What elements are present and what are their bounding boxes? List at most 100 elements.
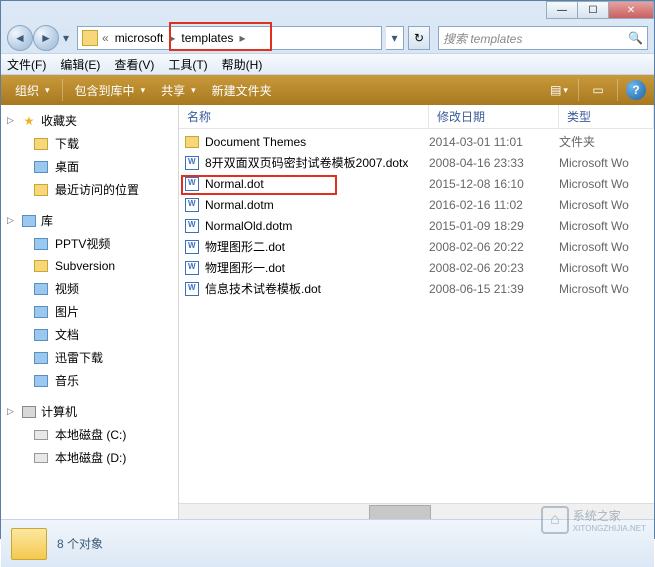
file-type: Microsoft Wo	[559, 282, 629, 296]
help-button[interactable]: ?	[626, 80, 646, 100]
address-bar[interactable]: « microsoft ▸ templates ▸	[77, 26, 382, 50]
maximize-button[interactable]: ☐	[577, 1, 609, 19]
file-name: 8开双面双页码密封试卷模板2007.dotx	[205, 154, 429, 171]
preview-pane-button[interactable]: ▭	[587, 79, 609, 101]
sidebar-favorites-header[interactable]: ▷ ★ 收藏夹	[1, 109, 178, 132]
search-icon[interactable]: 🔍	[628, 31, 643, 45]
file-date: 2008-02-06 20:23	[429, 261, 559, 275]
sidebar-item-xunlei[interactable]: 迅雷下载	[1, 346, 178, 369]
minimize-button[interactable]: —	[546, 1, 578, 19]
horizontal-scrollbar[interactable]	[179, 503, 654, 519]
file-type: Microsoft Wo	[559, 219, 629, 233]
panel-icon: ▭	[592, 83, 603, 97]
file-type: Microsoft Wo	[559, 177, 629, 191]
path-overflow-icon[interactable]: «	[100, 31, 111, 45]
word-doc-icon	[183, 155, 201, 171]
sidebar-item-desktop[interactable]: 桌面	[1, 155, 178, 178]
file-row[interactable]: 信息技术试卷模板.dot2008-06-15 21:39Microsoft Wo	[179, 278, 654, 299]
sidebar-item-documents[interactable]: 文档	[1, 323, 178, 346]
organize-button[interactable]: 组织▾	[9, 82, 56, 99]
file-row[interactable]: 8开双面双页码密封试卷模板2007.dotx2008-04-16 23:33Mi…	[179, 152, 654, 173]
refresh-icon: ↻	[414, 31, 424, 45]
sidebar-item-subversion[interactable]: Subversion	[1, 255, 178, 277]
file-list-pane: 名称 修改日期 类型 Document Themes2014-03-01 11:…	[179, 105, 654, 519]
file-date: 2015-01-09 18:29	[429, 219, 559, 233]
chevron-right-icon[interactable]: ▸	[237, 31, 247, 45]
sidebar-item-disk-c[interactable]: 本地磁盘 (C:)	[1, 423, 178, 446]
file-type: Microsoft Wo	[559, 240, 629, 254]
search-placeholder: 搜索 templates	[443, 30, 522, 47]
file-list[interactable]: Document Themes2014-03-01 11:01文件夹8开双面双页…	[179, 129, 654, 503]
twisty-icon[interactable]: ▷	[7, 115, 17, 126]
breadcrumb-templates[interactable]: templates	[179, 31, 235, 45]
star-icon: ★	[21, 113, 37, 129]
sidebar-item-recent[interactable]: 最近访问的位置	[1, 178, 178, 201]
download-icon	[33, 136, 49, 152]
file-type: Microsoft Wo	[559, 198, 629, 212]
forward-button[interactable]: ►	[33, 25, 59, 51]
titlebar[interactable]: — ☐ ✕	[1, 1, 654, 23]
sidebar-computer-header[interactable]: ▷ 计算机	[1, 400, 178, 423]
navigation-pane[interactable]: ▷ ★ 收藏夹 下载 桌面 最近访问的位置 ▷ 库 PPTV视频 Subvers…	[1, 105, 179, 519]
sidebar-item-downloads[interactable]: 下载	[1, 132, 178, 155]
sidebar-libraries-header[interactable]: ▷ 库	[1, 209, 178, 232]
file-row[interactable]: Normal.dotm2016-02-16 11:02Microsoft Wo	[179, 194, 654, 215]
word-doc-icon	[183, 239, 201, 255]
main-body: ▷ ★ 收藏夹 下载 桌面 最近访问的位置 ▷ 库 PPTV视频 Subvers…	[1, 105, 654, 519]
chevron-down-icon: ▾	[191, 85, 196, 96]
folder-icon	[183, 134, 201, 150]
library-icon	[21, 213, 37, 229]
back-button[interactable]: ◄	[7, 25, 33, 51]
column-date[interactable]: 修改日期	[429, 105, 559, 128]
file-row[interactable]: Normal.dot2015-12-08 16:10Microsoft Wo	[179, 173, 654, 194]
search-input[interactable]: 搜索 templates 🔍	[438, 26, 648, 50]
sidebar-item-pictures[interactable]: 图片	[1, 300, 178, 323]
twisty-icon[interactable]: ▷	[7, 406, 17, 417]
sidebar-item-video[interactable]: 视频	[1, 277, 178, 300]
file-date: 2016-02-16 11:02	[429, 198, 559, 212]
twisty-icon[interactable]: ▷	[7, 215, 17, 226]
menu-help[interactable]: 帮助(H)	[222, 56, 263, 73]
file-row[interactable]: 物理图形二.dot2008-02-06 20:22Microsoft Wo	[179, 236, 654, 257]
sidebar-item-pptv[interactable]: PPTV视频	[1, 232, 178, 255]
command-bar: 组织▾ 包含到库中▾ 共享▾ 新建文件夹 ▤▾ ▭ ?	[1, 75, 654, 105]
folder-icon	[82, 30, 98, 46]
status-text: 8 个对象	[57, 535, 103, 552]
view-mode-button[interactable]: ▤▾	[548, 79, 570, 101]
video-icon	[33, 236, 49, 252]
file-name: NormalOld.dotm	[205, 219, 429, 233]
file-date: 2008-04-16 23:33	[429, 156, 559, 170]
nav-history-dropdown[interactable]: ▾	[59, 28, 73, 48]
forward-arrow-icon: ►	[40, 31, 52, 45]
address-dropdown[interactable]: ▾	[386, 26, 404, 50]
sidebar-item-music[interactable]: 音乐	[1, 369, 178, 392]
file-type: Microsoft Wo	[559, 156, 629, 170]
share-button[interactable]: 共享▾	[155, 82, 202, 99]
file-date: 2014-03-01 11:01	[429, 135, 559, 149]
file-row[interactable]: 物理图形一.dot2008-02-06 20:23Microsoft Wo	[179, 257, 654, 278]
menu-tools[interactable]: 工具(T)	[168, 56, 207, 73]
column-type[interactable]: 类型	[559, 105, 654, 128]
menu-view[interactable]: 查看(V)	[114, 56, 154, 73]
close-button[interactable]: ✕	[608, 1, 654, 19]
file-name: 物理图形一.dot	[205, 259, 429, 276]
sidebar-item-disk-d[interactable]: 本地磁盘 (D:)	[1, 446, 178, 469]
file-row[interactable]: Document Themes2014-03-01 11:01文件夹	[179, 131, 654, 152]
disk-icon	[33, 427, 49, 443]
recent-icon	[33, 182, 49, 198]
refresh-button[interactable]: ↻	[408, 26, 430, 50]
include-library-button[interactable]: 包含到库中▾	[69, 82, 152, 99]
download-icon	[33, 350, 49, 366]
menu-edit[interactable]: 编辑(E)	[60, 56, 100, 73]
file-date: 2008-06-15 21:39	[429, 282, 559, 296]
file-row[interactable]: NormalOld.dotm2015-01-09 18:29Microsoft …	[179, 215, 654, 236]
chevron-right-icon[interactable]: ▸	[167, 31, 177, 45]
breadcrumb-microsoft[interactable]: microsoft	[113, 31, 166, 45]
separator	[578, 79, 579, 101]
column-name[interactable]: 名称	[179, 105, 429, 128]
separator	[62, 79, 63, 101]
sidebar-label: 库	[41, 212, 53, 229]
new-folder-button[interactable]: 新建文件夹	[206, 82, 278, 99]
menu-file[interactable]: 文件(F)	[7, 56, 46, 73]
file-date: 2008-02-06 20:22	[429, 240, 559, 254]
